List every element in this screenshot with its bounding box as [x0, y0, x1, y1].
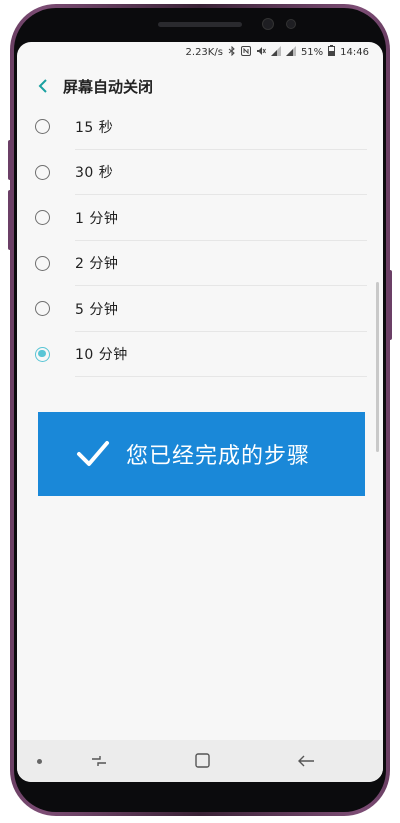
page-title: 屏幕自动关闭 — [63, 77, 154, 96]
radio-button[interactable] — [35, 119, 50, 135]
mute-icon — [256, 46, 266, 59]
earpiece-speaker — [158, 22, 242, 27]
screen: 2.23K/s 51% 14:46 屏幕自动关闭 15 秒 30 秒 1 分钟 … — [17, 42, 383, 782]
option-label: 2 分钟 — [75, 256, 119, 273]
home-icon — [195, 753, 210, 768]
completion-banner: 您已经完成的步骤 — [38, 412, 365, 496]
option-label: 30 秒 — [75, 165, 114, 182]
radio-button[interactable] — [35, 210, 50, 226]
timeout-options-list: 15 秒 30 秒 1 分钟 2 分钟 5 分钟 10 分钟 — [17, 104, 383, 377]
option-1-minute[interactable]: 1 分钟 — [17, 195, 383, 241]
volume-button — [8, 140, 12, 180]
option-label: 1 分钟 — [75, 210, 119, 227]
option-label: 5 分钟 — [75, 301, 119, 318]
banner-text: 您已经完成的步骤 — [126, 444, 311, 469]
power-button — [388, 270, 392, 340]
back-nav-button[interactable] — [294, 750, 318, 772]
bluetooth-icon — [228, 45, 236, 59]
home-button[interactable] — [190, 750, 214, 772]
signal-icon — [285, 45, 296, 59]
battery-percent: 51% — [300, 46, 324, 58]
back-icon — [298, 755, 314, 767]
dot-icon — [37, 759, 42, 764]
nfc-icon — [240, 45, 251, 59]
app-bar: 屏幕自动关闭 — [17, 66, 383, 106]
radio-button-selected[interactable] — [35, 346, 50, 362]
radio-button[interactable] — [35, 301, 50, 317]
sensor — [286, 19, 296, 29]
divider — [75, 376, 367, 377]
option-30-seconds[interactable]: 30 秒 — [17, 150, 383, 195]
scrollbar[interactable] — [376, 282, 379, 452]
radio-button[interactable] — [35, 255, 50, 271]
recent-apps-icon — [92, 756, 106, 766]
option-15-seconds[interactable]: 15 秒 — [17, 104, 383, 150]
recent-apps-button[interactable] — [87, 750, 111, 772]
option-2-minutes[interactable]: 2 分钟 — [17, 241, 383, 286]
option-5-minutes[interactable]: 5 分钟 — [17, 286, 383, 332]
radio-button[interactable] — [35, 164, 50, 180]
battery-icon — [328, 45, 336, 59]
back-button[interactable] — [33, 76, 53, 96]
signal-icon — [270, 45, 281, 59]
clock: 14:46 — [340, 46, 369, 58]
front-camera — [262, 18, 274, 30]
option-label: 10 分钟 — [75, 347, 128, 364]
network-speed: 2.23K/s — [185, 46, 223, 58]
option-10-minutes[interactable]: 10 分钟 — [17, 332, 383, 377]
bixby-button — [8, 190, 12, 250]
status-bar: 2.23K/s 51% 14:46 — [17, 42, 383, 62]
chevron-left-icon — [38, 79, 47, 93]
checkmark-icon — [77, 441, 109, 466]
navigation-bar — [17, 740, 383, 782]
option-label: 15 秒 — [75, 119, 114, 136]
